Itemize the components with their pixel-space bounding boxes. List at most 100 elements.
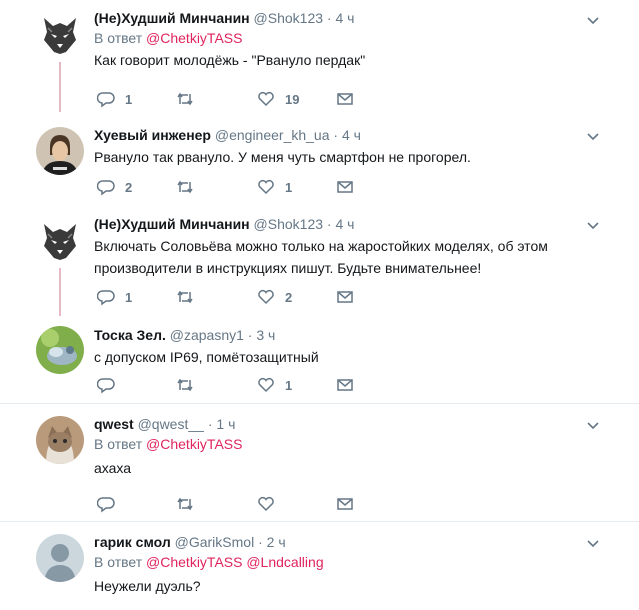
timestamp[interactable]: 4 ч xyxy=(335,10,354,26)
message-button[interactable] xyxy=(336,287,354,307)
like-count: 19 xyxy=(285,91,300,107)
retweet-button[interactable] xyxy=(176,375,204,395)
reply-to-line: В ответ @ChetkiyTASS @Lndcalling xyxy=(94,553,599,571)
author-name[interactable]: Тоска Зел. xyxy=(94,327,166,343)
envelope-icon xyxy=(337,498,353,510)
tweet-actions: 1 19 xyxy=(94,89,374,109)
wolf-avatar[interactable] xyxy=(36,216,84,264)
envelope-icon xyxy=(337,181,353,193)
reply-icon xyxy=(97,497,115,513)
author-name[interactable]: (Не)Худший Минчанин xyxy=(94,10,250,26)
cat-avatar[interactable] xyxy=(36,416,84,464)
author-name[interactable]: (Не)Худший Минчанин xyxy=(94,216,250,232)
separator-dot: · xyxy=(326,216,332,232)
retweet-icon xyxy=(177,378,193,392)
message-button[interactable] xyxy=(336,494,354,514)
heart-icon xyxy=(258,289,274,305)
separator-dot: · xyxy=(326,10,332,26)
like-button[interactable]: 1 xyxy=(257,177,292,197)
author-handle[interactable]: @zapasny1 xyxy=(170,327,244,343)
author-handle[interactable]: @qwest__ xyxy=(138,416,204,432)
mention-link[interactable]: @Lndcalling xyxy=(246,554,323,570)
tweet[interactable]: Тоска Зел. @zapasny1 · 3 ч с допуском IP… xyxy=(0,316,639,404)
author-handle[interactable]: @GarikSmol xyxy=(175,534,255,550)
message-button[interactable] xyxy=(336,177,354,197)
separator-dot: · xyxy=(207,416,213,432)
chevron-down-icon[interactable] xyxy=(585,12,601,28)
retweet-icon xyxy=(177,180,193,194)
tweet[interactable]: (Не)Худший Минчанин @Shok123 · 4 ч В отв… xyxy=(0,0,639,115)
reply-button[interactable]: 1 xyxy=(97,89,132,109)
heart-icon xyxy=(258,179,274,195)
like-button[interactable]: 19 xyxy=(257,89,299,109)
reply-button[interactable] xyxy=(97,375,125,395)
author-name[interactable]: qwest xyxy=(94,416,134,432)
reply-icon xyxy=(97,92,115,108)
like-count: 1 xyxy=(285,377,293,393)
message-button[interactable] xyxy=(336,89,354,109)
reply-prefix: В ответ xyxy=(94,436,143,452)
reply-icon xyxy=(97,290,115,306)
tweet-text: Неужели дуэль? xyxy=(94,578,201,594)
tweet-text: Как говорит молодёжь - "Рвануло пердак" xyxy=(94,52,366,68)
retweet-button[interactable] xyxy=(176,177,204,197)
tweet-actions: 1 xyxy=(94,375,374,395)
like-button[interactable]: 2 xyxy=(257,287,292,307)
reply-prefix: В ответ xyxy=(94,30,143,46)
like-button[interactable] xyxy=(257,494,285,514)
author-handle[interactable]: @Shok123 xyxy=(254,216,323,232)
envelope-icon xyxy=(337,379,353,391)
heart-icon xyxy=(258,377,274,393)
default-avatar[interactable] xyxy=(36,534,84,582)
tweet-actions xyxy=(94,494,374,514)
mention-link[interactable]: @ChetkiyTASS xyxy=(146,30,242,46)
reply-button[interactable] xyxy=(97,494,125,514)
retweet-button[interactable] xyxy=(176,287,204,307)
tweet-text: Рвануло так рвануло. У меня чуть смартфо… xyxy=(94,149,471,165)
author-name[interactable]: гарик смол xyxy=(94,534,171,550)
separator-dot: · xyxy=(333,127,339,143)
reply-count: 2 xyxy=(125,179,133,195)
reply-button[interactable]: 1 xyxy=(97,287,132,307)
reply-count: 1 xyxy=(125,91,133,107)
chevron-down-icon[interactable] xyxy=(585,217,601,233)
timestamp[interactable]: 4 ч xyxy=(335,216,354,232)
reply-count: 1 xyxy=(125,289,133,305)
thread-connector xyxy=(59,62,61,112)
tweet[interactable]: Хуевый инженер @engineer_kh_ua · 4 ч Рва… xyxy=(0,115,639,210)
retweet-button[interactable] xyxy=(176,494,204,514)
chevron-down-icon[interactable] xyxy=(585,128,601,144)
like-button[interactable]: 1 xyxy=(257,375,292,395)
bird-avatar[interactable] xyxy=(36,326,84,374)
reply-button[interactable]: 2 xyxy=(97,177,132,197)
timestamp[interactable]: 2 ч xyxy=(267,534,286,550)
timestamp[interactable]: 1 ч xyxy=(216,416,235,432)
wolf-avatar[interactable] xyxy=(36,10,84,58)
tweet[interactable]: qwest @qwest__ · 1 ч В ответ @ChetkiyTAS… xyxy=(0,404,639,521)
person-avatar[interactable] xyxy=(36,127,84,175)
author-name[interactable]: Хуевый инженер xyxy=(94,127,211,143)
author-handle[interactable]: @Shok123 xyxy=(254,10,323,26)
tweet[interactable]: гарик смол @GarikSmol · 2 ч В ответ @Che… xyxy=(0,522,639,610)
mention-link[interactable]: @ChetkiyTASS xyxy=(146,554,242,570)
author-handle[interactable]: @engineer_kh_ua xyxy=(215,127,330,143)
timestamp[interactable]: 3 ч xyxy=(256,327,275,343)
separator-dot: · xyxy=(258,534,263,550)
timestamp[interactable]: 4 ч xyxy=(342,127,361,143)
mention-link[interactable]: @ChetkiyTASS xyxy=(146,436,242,452)
reply-icon xyxy=(97,378,115,394)
tweet[interactable]: (Не)Худший Минчанин @Shok123 · 4 ч Включ… xyxy=(0,210,639,316)
like-count: 1 xyxy=(285,179,293,195)
tweet-text: с допуском IP69, помётозащитный xyxy=(94,349,319,365)
thread-connector xyxy=(59,268,61,316)
tweet-text: Включать Соловьёва можно только на жарос… xyxy=(94,238,548,276)
envelope-icon xyxy=(337,93,353,105)
chevron-down-icon[interactable] xyxy=(585,417,601,433)
retweet-button[interactable] xyxy=(176,89,204,109)
tweet-actions: 2 1 xyxy=(94,177,374,197)
heart-icon xyxy=(258,91,274,107)
envelope-icon xyxy=(337,291,353,303)
reply-icon xyxy=(97,180,115,196)
message-button[interactable] xyxy=(336,375,354,395)
chevron-down-icon[interactable] xyxy=(585,535,601,551)
